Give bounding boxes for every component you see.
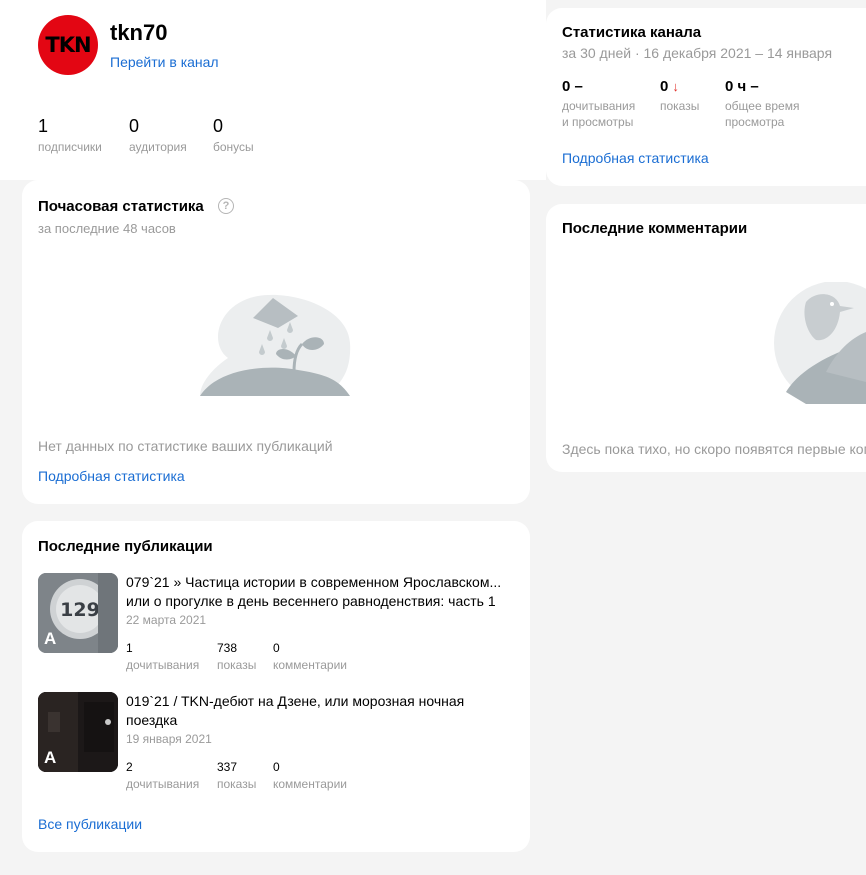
avatar-logo-text: TKN [45, 33, 91, 57]
watch-time-metric: 0 ч – общее время просмотра [725, 78, 799, 130]
publication-comments: 0 комментарии [273, 760, 347, 791]
arrow-down-icon: ↓ [672, 79, 679, 94]
no-data-text: Нет данных по статистике ваших публикаци… [38, 438, 333, 454]
subscribers-counter: 1 подписчики [38, 116, 102, 154]
metric-value: 1 [126, 641, 133, 655]
svg-text:129: 129 [60, 599, 100, 621]
publication-comments: 0 комментарии [273, 641, 347, 672]
counter-value: 0 [129, 116, 140, 136]
help-icon[interactable]: ? [218, 198, 234, 214]
metric-label: дочитывания и просмотры [562, 99, 636, 129]
hourly-stats-subtitle: за последние 48 часов [38, 221, 176, 236]
hourly-details-link[interactable]: Подробная статистика [38, 468, 185, 484]
audience-counter: 0 аудитория [129, 116, 187, 154]
no-comments-text: Здесь пока тихо, но скоро появятся первы… [562, 441, 866, 457]
publication-thumbnail[interactable]: А [38, 692, 118, 772]
reads-views-metric: 0 – дочитывания и просмотры [562, 78, 635, 130]
metric-value: 0 ч – [725, 78, 759, 95]
channel-stats-title: Статистика канала [562, 24, 702, 41]
metric-label: показы [660, 99, 700, 113]
counter-label: бонусы [213, 140, 254, 154]
metric-label: показы [217, 658, 257, 672]
go-to-channel-link[interactable]: Перейти в канал [110, 54, 219, 70]
counter-label: подписчики [38, 140, 102, 154]
counter-label: аудитория [129, 140, 187, 154]
metric-label: комментарии [273, 658, 347, 672]
metric-value: 0 [273, 641, 280, 655]
content-type-badge: А [44, 748, 57, 767]
metric-label: дочитывания [126, 777, 200, 791]
metric-value: 0 – [562, 78, 583, 95]
all-publications-link[interactable]: Все публикации [38, 816, 142, 832]
comments-title: Последние комментарии [562, 220, 748, 237]
metric-value: 0 [273, 760, 280, 774]
publication-impressions: 738 показы [217, 641, 256, 672]
counter-value: 1 [38, 116, 49, 136]
metric-label: общее время просмотра [725, 99, 800, 129]
channel-stats-period: за 30 дней · 16 декабря 2021 – 14 января [562, 45, 833, 61]
publications-card [22, 521, 530, 852]
bonuses-counter: 0 бонусы [213, 116, 254, 154]
publication-reads: 2 дочитывания [126, 760, 199, 791]
avatar[interactable]: TKN [38, 15, 98, 75]
counter-value: 0 [213, 116, 224, 136]
publication-date: 22 марта 2021 [126, 613, 207, 627]
metric-value: 738 [217, 641, 238, 655]
hourly-stats-title: Почасовая статистика [38, 198, 204, 215]
metric-value: 0 [660, 78, 669, 95]
metric-label: комментарии [273, 777, 347, 791]
metric-label: показы [217, 777, 257, 791]
metric-value: 337 [217, 760, 238, 774]
metric-label: дочитывания [126, 658, 200, 672]
metric-value: 2 [126, 760, 133, 774]
publication-title[interactable]: 019`21 / TKN-дебют на Дзене, или морозна… [126, 692, 516, 730]
channel-details-link[interactable]: Подробная статистика [562, 150, 709, 166]
impressions-metric: 0 ↓ показы [660, 78, 699, 114]
content-type-badge: А [44, 629, 57, 648]
channel-name: tkn70 [110, 20, 168, 45]
bird-illustration-icon [774, 282, 866, 404]
publication-thumbnail[interactable]: 129 А [38, 573, 118, 653]
publication-date: 19 января 2021 [126, 732, 212, 746]
publication-reads: 1 дочитывания [126, 641, 199, 672]
publication-title[interactable]: 079`21 » Частица истории в современном Я… [126, 573, 516, 611]
publication-impressions: 337 показы [217, 760, 256, 791]
plant-illustration-icon [200, 294, 351, 396]
publications-title: Последние публикации [38, 538, 213, 555]
